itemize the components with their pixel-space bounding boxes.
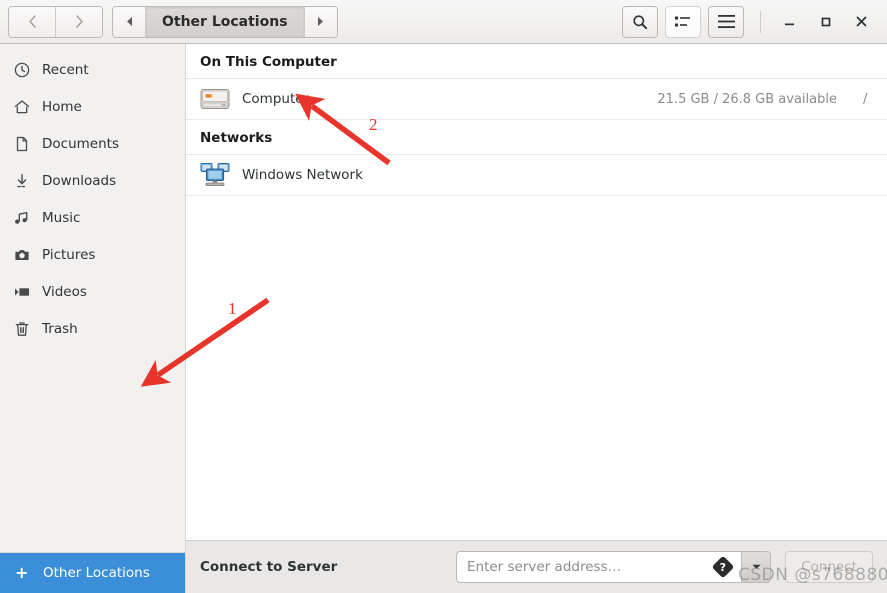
server-address-entry[interactable]: ? — [456, 551, 741, 583]
breadcrumb-current-label: Other Locations — [162, 13, 288, 30]
places-list: On This Computer Computer 21.5 GB / 26.8… — [186, 44, 887, 540]
minimize-icon — [784, 23, 794, 26]
sidebar-item-videos[interactable]: Videos — [0, 273, 185, 310]
place-row-windows-network[interactable]: Windows Network — [186, 155, 887, 196]
sidebar-item-downloads[interactable]: Downloads — [0, 162, 185, 199]
close-button[interactable] — [843, 7, 879, 37]
view-options-button[interactable] — [665, 5, 701, 38]
chevron-right-icon — [75, 15, 83, 28]
content-area: On This Computer Computer 21.5 GB / 26.8… — [186, 44, 887, 593]
sidebar-item-label: Music — [42, 209, 81, 226]
breadcrumb: Other Locations — [112, 5, 338, 38]
sidebar-item-label: Videos — [42, 283, 87, 300]
sidebar-item-label: Trash — [42, 320, 78, 337]
network-computers-icon — [196, 162, 234, 188]
storage-capacity-label: 21.5 GB / 26.8 GB available — [657, 91, 837, 107]
connect-button[interactable]: Connect — [785, 551, 873, 583]
section-heading-networks: Networks — [186, 120, 887, 155]
breadcrumb-current[interactable]: Other Locations — [146, 6, 304, 37]
sidebar-item-label: Recent — [42, 61, 89, 78]
document-icon — [14, 136, 36, 152]
hamburger-menu-icon — [717, 15, 735, 28]
search-button[interactable] — [622, 5, 658, 38]
mount-point-label: / — [863, 91, 868, 107]
sidebar-item-recent[interactable]: Recent — [0, 51, 185, 88]
header-bar: Other Locations — [0, 0, 887, 44]
close-icon — [856, 16, 866, 27]
window-body: Recent Home Documents Downloads Music Pi… — [0, 44, 887, 593]
section-heading-on-this-computer: On This Computer — [186, 44, 887, 79]
home-icon — [14, 99, 36, 115]
place-name: Windows Network — [242, 167, 363, 183]
server-address-group: ? — [456, 551, 771, 583]
connect-button-label: Connect — [801, 559, 857, 575]
maximize-icon — [821, 17, 830, 27]
clock-icon — [14, 62, 36, 78]
music-note-icon — [14, 210, 36, 226]
main-menu-button[interactable] — [708, 5, 744, 38]
triangle-right-icon — [318, 17, 324, 26]
sidebar: Recent Home Documents Downloads Music Pi… — [0, 44, 186, 593]
header-right-group — [615, 5, 879, 38]
chevron-left-icon — [28, 15, 36, 28]
sidebar-item-trash[interactable]: Trash — [0, 310, 185, 347]
sidebar-item-music[interactable]: Music — [0, 199, 185, 236]
list-view-icon — [675, 16, 690, 26]
maximize-button[interactable] — [807, 7, 843, 37]
sidebar-item-pictures[interactable]: Pictures — [0, 236, 185, 273]
sidebar-item-home[interactable]: Home — [0, 88, 185, 125]
sidebar-item-label: Documents — [42, 135, 119, 152]
sidebar-item-label: Downloads — [42, 172, 117, 189]
connect-to-server-bar: Connect to Server ? Connect — [186, 540, 887, 593]
file-manager-window: Other Locations Recent Home Documents Do… — [0, 0, 887, 593]
sidebar-item-other-locations[interactable]: + Other Locations — [0, 553, 185, 593]
breadcrumb-next-button[interactable] — [303, 6, 337, 37]
place-name: Computer — [242, 91, 310, 107]
sidebar-item-label: Other Locations — [43, 565, 150, 581]
help-question-icon[interactable]: ? — [711, 555, 735, 579]
place-row-computer[interactable]: Computer 21.5 GB / 26.8 GB available / — [186, 79, 887, 120]
header-left-group: Other Locations — [8, 5, 338, 38]
minimize-button[interactable] — [771, 7, 807, 37]
server-address-input[interactable] — [467, 559, 709, 575]
sidebar-item-label: Home — [42, 98, 82, 115]
hard-drive-icon — [196, 87, 234, 111]
sidebar-item-documents[interactable]: Documents — [0, 125, 185, 162]
camera-icon — [14, 247, 36, 263]
sidebar-item-label: Pictures — [42, 246, 96, 263]
forward-button[interactable] — [56, 6, 102, 37]
header-divider — [760, 10, 761, 33]
download-icon — [14, 173, 36, 189]
search-icon — [633, 14, 648, 29]
breadcrumb-prev-button[interactable] — [113, 6, 146, 37]
plus-icon: + — [15, 563, 29, 582]
server-address-dropdown-button[interactable] — [741, 551, 771, 583]
triangle-left-icon — [126, 17, 132, 26]
video-icon — [14, 284, 36, 300]
back-button[interactable] — [9, 6, 56, 37]
navigation-buttons — [8, 5, 103, 38]
connect-to-server-label: Connect to Server — [200, 559, 338, 575]
trash-icon — [14, 321, 36, 337]
chevron-down-icon — [752, 564, 760, 569]
